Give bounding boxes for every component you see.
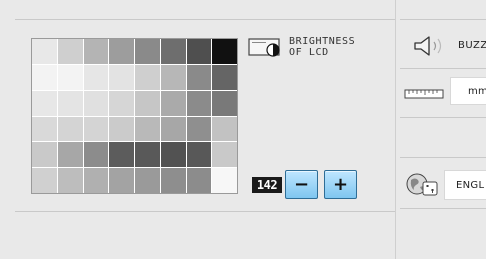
palette-swatch[interactable] [160,39,186,64]
palette-swatch[interactable] [212,90,237,116]
palette-swatch[interactable] [186,90,212,116]
palette-swatch[interactable] [32,142,57,168]
speaker-icon [414,36,442,56]
palette-swatch[interactable] [83,168,109,193]
right-divider-4 [400,157,486,158]
palette-swatch[interactable] [160,64,186,90]
language-globe-icon [406,173,438,196]
palette-swatch[interactable] [160,168,186,193]
palette-swatch[interactable] [83,90,109,116]
brightness-decrease-button[interactable]: − [285,170,318,199]
palette-swatch[interactable] [57,90,83,116]
palette-swatch[interactable] [186,39,212,64]
palette-swatch[interactable] [109,142,134,168]
palette-swatch[interactable] [32,90,57,116]
palette-swatch[interactable] [32,116,57,142]
palette-swatch[interactable] [83,39,109,64]
right-divider-3 [400,117,486,118]
palette-swatch[interactable] [32,39,57,64]
palette-swatch[interactable] [212,39,237,64]
palette-swatch[interactable] [135,39,160,64]
palette-swatch[interactable] [135,90,160,116]
palette-swatch[interactable] [109,116,134,142]
palette-swatch[interactable] [83,142,109,168]
palette-swatch[interactable] [160,142,186,168]
buzzer-label: BUZZ [458,40,486,51]
palette-swatch[interactable] [32,168,57,193]
palette-swatch[interactable] [83,116,109,142]
palette-swatch[interactable] [135,142,160,168]
palette-swatch[interactable] [57,142,83,168]
palette-swatch[interactable] [212,142,237,168]
ruler-icon [404,89,444,99]
unit-value: mm [468,86,486,97]
palette-swatch[interactable] [160,90,186,116]
palette-swatch[interactable] [186,168,212,193]
palette-swatch[interactable] [135,116,160,142]
palette-swatch[interactable] [57,39,83,64]
brightness-increase-button[interactable]: + [324,170,357,199]
palette-swatch[interactable] [109,90,134,116]
palette-swatch[interactable] [212,168,237,193]
palette-swatch[interactable] [109,64,134,90]
palette-swatch[interactable] [83,64,109,90]
right-divider-5 [400,208,486,209]
palette-swatch[interactable] [212,116,237,142]
palette-swatch[interactable] [32,64,57,90]
top-divider [15,19,395,20]
palette-swatch[interactable] [57,64,83,90]
brightness-value: 142 [252,177,282,193]
language-value: ENGL [456,180,485,191]
palette-swatch[interactable] [186,64,212,90]
palette-swatch[interactable] [160,116,186,142]
palette-swatch[interactable] [135,168,160,193]
palette-swatch[interactable] [109,39,134,64]
right-divider-1 [400,19,486,20]
palette-swatch[interactable] [186,142,212,168]
palette-swatch[interactable] [57,168,83,193]
lcd-brightness-icon [248,38,280,57]
palette-swatch[interactable] [57,116,83,142]
palette-swatch[interactable] [212,64,237,90]
palette-swatch[interactable] [109,168,134,193]
palette-swatch[interactable] [186,116,212,142]
bottom-divider [15,211,395,212]
brightness-label: BRIGHTNESS OF LCD [289,36,356,58]
background-color-palette [31,38,238,194]
right-divider-2 [400,68,486,69]
palette-swatch[interactable] [135,64,160,90]
column-divider [395,0,396,259]
